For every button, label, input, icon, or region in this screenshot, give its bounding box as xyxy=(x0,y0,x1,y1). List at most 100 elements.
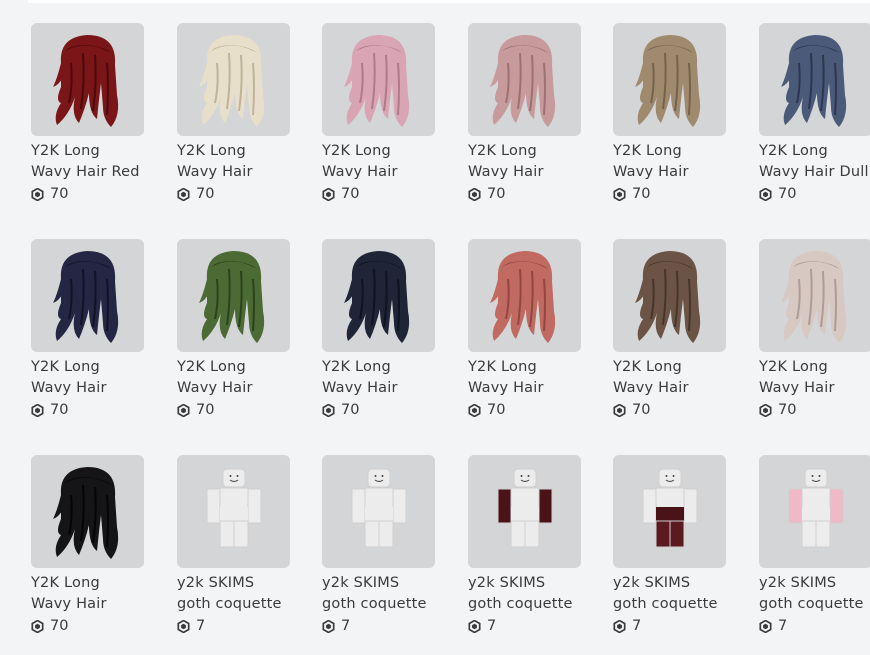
hair-thumbnail-image xyxy=(781,251,847,343)
item-name[interactable]: Y2K Long Wavy Hair xyxy=(177,357,290,399)
item-name-line: Wavy Hair Dull xyxy=(759,164,869,180)
item-name[interactable]: Y2K Long Wavy Hair xyxy=(613,357,726,399)
robux-icon xyxy=(759,403,772,417)
price-value: 7 xyxy=(196,618,206,634)
item-card[interactable]: Y2K Long Wavy Hair 70 xyxy=(468,239,581,419)
avatar-thumbnail-image xyxy=(788,468,844,548)
item-name[interactable]: Y2K Long Wavy Hair Dull xyxy=(759,141,870,183)
item-thumbnail[interactable] xyxy=(322,239,435,352)
item-name[interactable]: y2k SKIMS goth coquette xyxy=(177,573,290,615)
item-thumbnail[interactable] xyxy=(322,23,435,136)
item-card[interactable]: Y2K Long Wavy Hair 70 xyxy=(31,239,144,419)
item-card[interactable]: Y2K Long Wavy Hair 70 xyxy=(177,239,290,419)
robux-icon xyxy=(759,619,772,633)
item-card[interactable]: Y2K Long Wavy Hair Red 70 xyxy=(31,23,144,203)
item-name-line: Wavy Hair xyxy=(31,380,107,396)
item-price: 70 xyxy=(468,185,581,203)
item-thumbnail[interactable] xyxy=(759,239,870,352)
item-thumbnail[interactable] xyxy=(31,455,144,568)
item-thumbnail[interactable] xyxy=(759,455,870,568)
item-price: 7 xyxy=(177,617,290,635)
item-card[interactable]: Y2K Long Wavy Hair 70 xyxy=(322,23,435,203)
item-name[interactable]: y2k SKIMS goth coquette xyxy=(322,573,435,615)
item-card[interactable]: y2k SKIMS goth coquette 7 xyxy=(322,455,435,635)
item-thumbnail[interactable] xyxy=(322,455,435,568)
robux-icon xyxy=(322,187,335,201)
item-thumbnail[interactable] xyxy=(31,23,144,136)
avatar-thumbnail-image xyxy=(351,468,407,548)
item-name[interactable]: Y2K Long Wavy Hair xyxy=(468,357,581,399)
item-name-line: Wavy Hair Red xyxy=(31,164,140,180)
item-card[interactable]: y2k SKIMS goth coquette 7 xyxy=(759,455,870,635)
catalog-row: Y2K Long Wavy Hair Red 70 Y2K Long Wavy Ha… xyxy=(31,23,870,223)
item-price: 70 xyxy=(759,401,870,419)
item-card[interactable]: y2k SKIMS goth coquette 7 xyxy=(613,455,726,635)
price-value: 70 xyxy=(50,186,69,202)
price-value: 70 xyxy=(341,402,360,418)
item-thumbnail[interactable] xyxy=(177,455,290,568)
hair-thumbnail-image xyxy=(199,251,265,343)
item-price: 70 xyxy=(177,401,290,419)
price-value: 70 xyxy=(632,186,651,202)
item-thumbnail[interactable] xyxy=(468,455,581,568)
price-value: 70 xyxy=(341,186,360,202)
item-card[interactable]: Y2K Long Wavy Hair 70 xyxy=(759,239,870,419)
item-name[interactable]: y2k SKIMS goth coquette xyxy=(613,573,726,615)
item-thumbnail[interactable] xyxy=(31,239,144,352)
item-card[interactable]: y2k SKIMS goth coquette 7 xyxy=(177,455,290,635)
item-price: 7 xyxy=(613,617,726,635)
item-name[interactable]: Y2K Long Wavy Hair xyxy=(177,141,290,183)
robux-icon xyxy=(31,187,44,201)
item-card[interactable]: Y2K Long Wavy Hair 70 xyxy=(613,23,726,203)
item-name[interactable]: Y2K Long Wavy Hair xyxy=(31,573,144,615)
item-name-line: y2k SKIMS xyxy=(177,575,255,591)
item-name-line: Wavy Hair xyxy=(468,380,544,396)
hair-thumbnail-image xyxy=(344,35,410,127)
item-thumbnail[interactable] xyxy=(613,455,726,568)
robux-icon xyxy=(613,619,626,633)
avatar-thumbnail-image xyxy=(642,468,698,548)
item-name[interactable]: Y2K Long Wavy Hair Red xyxy=(31,141,144,183)
price-value: 70 xyxy=(50,618,69,634)
item-thumbnail[interactable] xyxy=(613,23,726,136)
hair-thumbnail-image xyxy=(344,251,410,343)
item-card[interactable]: Y2K Long Wavy Hair Dull 70 xyxy=(759,23,870,203)
item-price: 7 xyxy=(759,617,870,635)
item-card[interactable]: Y2K Long Wavy Hair 70 xyxy=(177,23,290,203)
item-thumbnail[interactable] xyxy=(759,23,870,136)
item-thumbnail[interactable] xyxy=(177,239,290,352)
item-card[interactable]: Y2K Long Wavy Hair 70 xyxy=(613,239,726,419)
hair-thumbnail-image xyxy=(635,251,701,343)
item-thumbnail[interactable] xyxy=(468,23,581,136)
hair-thumbnail-image xyxy=(53,35,119,127)
item-card[interactable]: y2k SKIMS goth coquette 7 xyxy=(468,455,581,635)
item-name-line: y2k SKIMS xyxy=(468,575,546,591)
item-name-line: Wavy Hair xyxy=(31,596,107,612)
item-name-line: Wavy Hair xyxy=(613,380,689,396)
item-name[interactable]: Y2K Long Wavy Hair xyxy=(322,141,435,183)
item-price: 70 xyxy=(613,185,726,203)
item-name[interactable]: y2k SKIMS goth coquette xyxy=(759,573,870,615)
item-name-line: y2k SKIMS xyxy=(759,575,837,591)
item-name[interactable]: Y2K Long Wavy Hair xyxy=(468,141,581,183)
item-name[interactable]: Y2K Long Wavy Hair xyxy=(31,357,144,399)
item-name[interactable]: Y2K Long Wavy Hair xyxy=(759,357,870,399)
item-name-line: Y2K Long xyxy=(177,143,246,159)
item-name-line: Y2K Long xyxy=(322,143,391,159)
item-card[interactable]: Y2K Long Wavy Hair 70 xyxy=(322,239,435,419)
item-thumbnail[interactable] xyxy=(468,239,581,352)
item-name-line: Y2K Long xyxy=(177,359,246,375)
item-card[interactable]: Y2K Long Wavy Hair 70 xyxy=(468,23,581,203)
item-card[interactable]: Y2K Long Wavy Hair 70 xyxy=(31,455,144,635)
item-name[interactable]: Y2K Long Wavy Hair xyxy=(613,141,726,183)
robux-icon xyxy=(468,403,481,417)
item-price: 70 xyxy=(613,401,726,419)
catalog-row: Y2K Long Wavy Hair 70 y2k SKIMS goth coque… xyxy=(31,455,870,655)
item-thumbnail[interactable] xyxy=(177,23,290,136)
item-name-line: Y2K Long xyxy=(613,359,682,375)
item-name-line: Y2K Long xyxy=(468,143,537,159)
item-name[interactable]: y2k SKIMS goth coquette xyxy=(468,573,581,615)
item-name[interactable]: Y2K Long Wavy Hair xyxy=(322,357,435,399)
price-value: 70 xyxy=(778,402,797,418)
item-thumbnail[interactable] xyxy=(613,239,726,352)
